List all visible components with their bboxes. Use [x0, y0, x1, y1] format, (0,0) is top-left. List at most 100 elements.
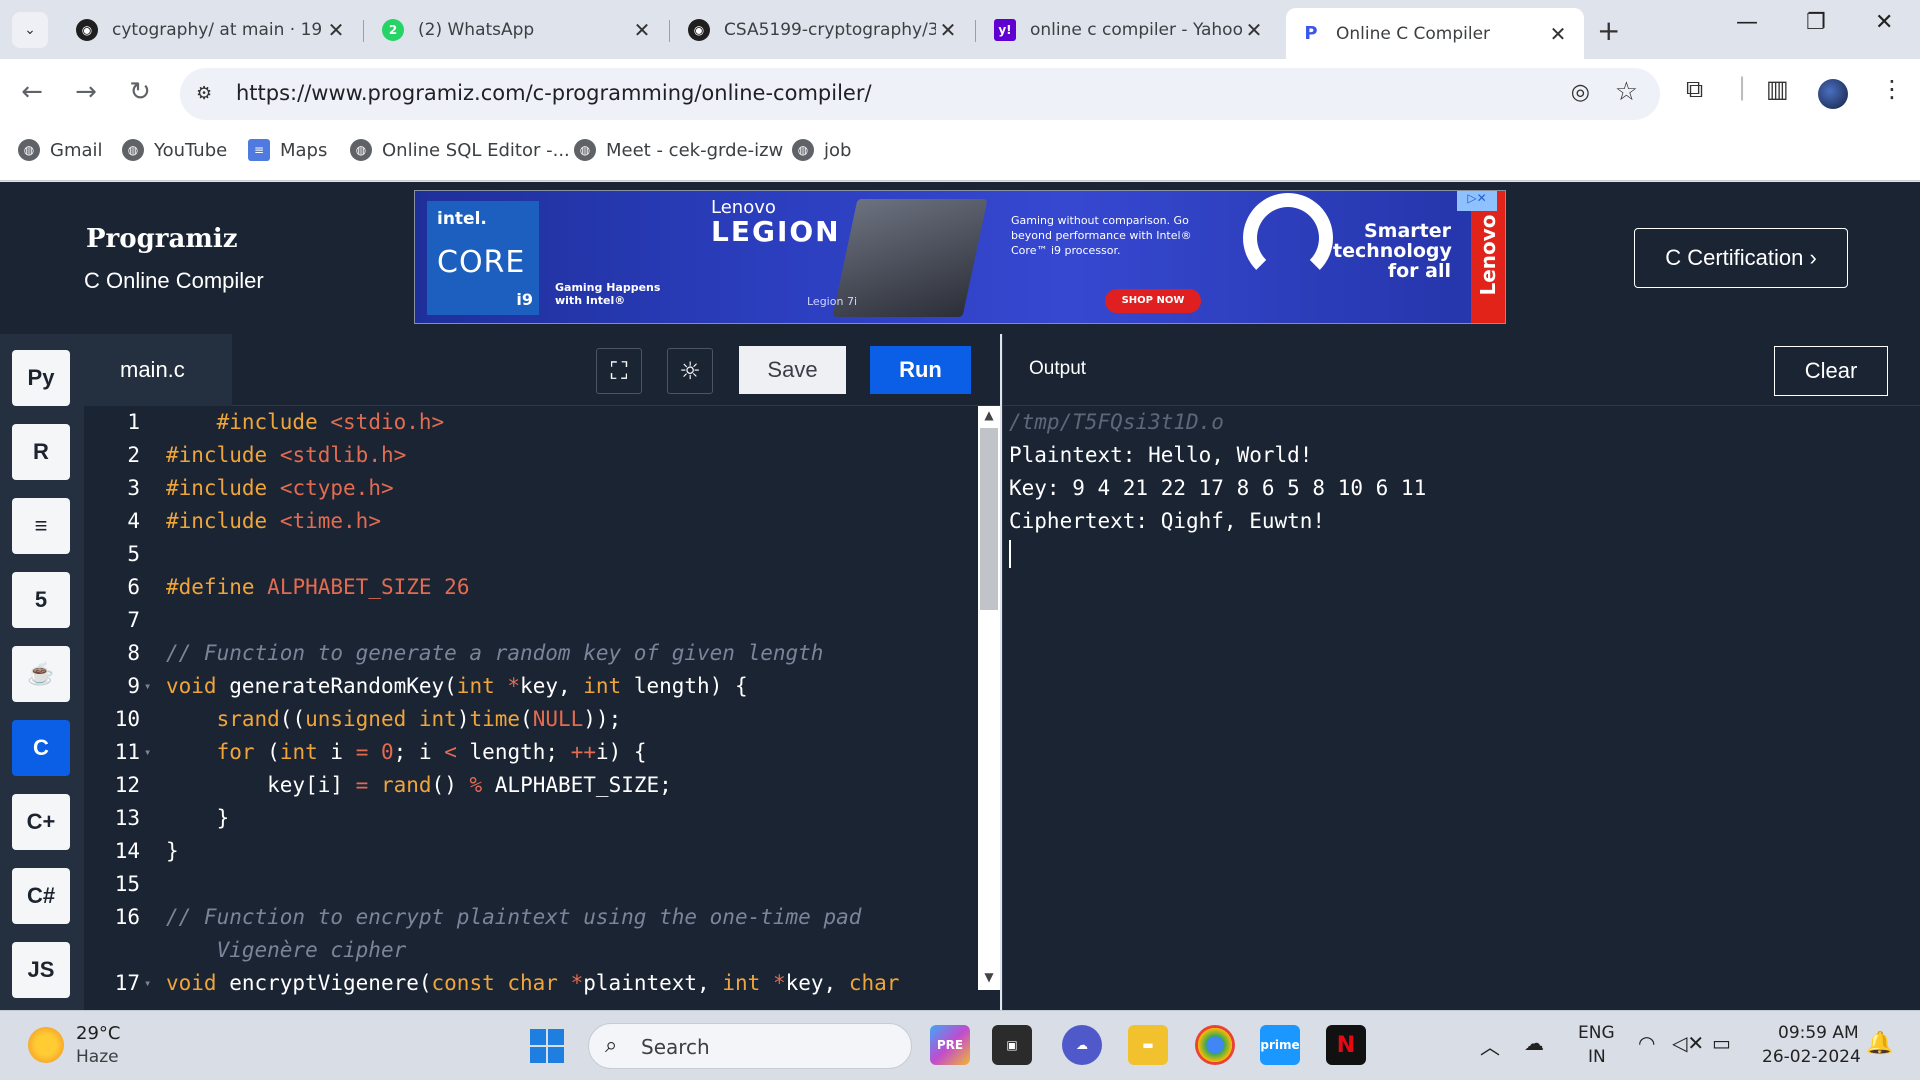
- code-line[interactable]: 13 }: [84, 802, 984, 835]
- close-tab-icon[interactable]: ✕: [630, 18, 654, 42]
- c-icon[interactable]: C: [12, 720, 70, 776]
- onedrive-cloud-icon[interactable]: ☁: [1524, 1031, 1544, 1055]
- fold-arrow-icon[interactable]: ▾: [144, 736, 151, 769]
- close-tab-icon[interactable]: ✕: [324, 18, 348, 42]
- programiz-logo[interactable]: Programiz: [86, 224, 237, 254]
- weather-condition[interactable]: Haze: [76, 1047, 119, 1067]
- minimize-icon[interactable]: —: [1736, 10, 1758, 35]
- browser-tab[interactable]: y! online c compiler - Yahoo ✕: [980, 10, 1280, 50]
- close-tab-icon[interactable]: ✕: [1546, 22, 1570, 46]
- task-view-icon[interactable]: ▣: [992, 1025, 1032, 1065]
- menu-kebab-icon[interactable]: ⋮: [1880, 75, 1904, 103]
- file-explorer-icon[interactable]: ▬: [1128, 1025, 1168, 1065]
- tab-search-icon[interactable]: ⌄: [12, 12, 48, 48]
- file-tab-main-c[interactable]: main.c: [84, 334, 232, 406]
- close-tab-icon[interactable]: ✕: [936, 18, 960, 42]
- address-bar[interactable]: ⚙ https://www.programiz.com/c-programmin…: [180, 68, 1660, 120]
- clock-time[interactable]: 09:59 AM: [1778, 1023, 1859, 1043]
- bookmark-meet[interactable]: ◍ Meet - cek-grde-izw: [574, 139, 783, 161]
- code-line[interactable]: 7: [84, 604, 984, 637]
- scroll-down-arrow-icon[interactable]: ▼: [980, 970, 998, 984]
- browser-tab[interactable]: 2 (2) WhatsApp ✕: [368, 10, 668, 50]
- code-line[interactable]: 5: [84, 538, 984, 571]
- python-icon[interactable]: Py: [12, 350, 70, 406]
- ad-shop-now-button[interactable]: SHOP NOW: [1105, 289, 1201, 313]
- taskbar-search[interactable]: ⌕ Search: [588, 1023, 912, 1069]
- restore-icon[interactable]: ❐: [1806, 10, 1826, 35]
- code-line[interactable]: 15: [84, 868, 984, 901]
- code-line[interactable]: 16 // Function to encrypt plaintext using…: [84, 901, 984, 934]
- code-line[interactable]: 3 #include <ctype.h>: [84, 472, 984, 505]
- input-region[interactable]: IN: [1588, 1047, 1606, 1067]
- tracking-protection-icon[interactable]: ◎: [1571, 80, 1590, 105]
- code-line[interactable]: 2 #include <stdlib.h>: [84, 439, 984, 472]
- clock-date[interactable]: 26-02-2024: [1762, 1047, 1861, 1067]
- new-tab-icon[interactable]: +: [1597, 14, 1620, 47]
- weather-temperature[interactable]: 29°C: [76, 1023, 120, 1044]
- code-line[interactable]: Vigenère cipher: [84, 934, 984, 967]
- code-line[interactable]: 1 #include <stdio.h>: [84, 406, 984, 439]
- chrome-icon[interactable]: [1195, 1025, 1235, 1065]
- browser-tab[interactable]: ◉ cytography/ at main · 19 ✕: [62, 10, 362, 50]
- side-panel-icon[interactable]: ▥: [1766, 75, 1789, 103]
- java-icon[interactable]: ☕: [12, 646, 70, 702]
- volume-muted-icon[interactable]: ◁✕: [1672, 1031, 1704, 1055]
- bookmark-maps[interactable]: ≡ Maps: [248, 139, 327, 161]
- battery-icon[interactable]: ▭: [1712, 1031, 1731, 1055]
- browser-tab[interactable]: ◉ CSA5199-cryptography/3 ✕: [674, 10, 974, 50]
- run-button[interactable]: Run: [870, 346, 971, 394]
- fold-arrow-icon[interactable]: ▾: [144, 967, 151, 1000]
- bookmark-gmail[interactable]: ◍ Gmail: [18, 139, 103, 161]
- code-line[interactable]: 4 #include <time.h>: [84, 505, 984, 538]
- prime-video-icon[interactable]: prime: [1260, 1025, 1300, 1065]
- profile-avatar[interactable]: [1818, 79, 1848, 109]
- bookmark-star-icon[interactable]: ☆: [1615, 77, 1638, 107]
- scroll-up-arrow-icon[interactable]: ▲: [980, 408, 998, 422]
- bookmark-online-sql-editor[interactable]: ◍ Online SQL Editor -...: [350, 139, 570, 161]
- code-editor[interactable]: 1 #include <stdio.h> 2 #include <stdlib.h>…: [84, 406, 1000, 1010]
- javascript-icon[interactable]: JS: [12, 942, 70, 998]
- html5-icon[interactable]: 5: [12, 572, 70, 628]
- weather-haze-icon[interactable]: [28, 1027, 64, 1063]
- clear-button[interactable]: Clear: [1774, 346, 1888, 396]
- code-line[interactable]: 6 #define ALPHABET_SIZE 26: [84, 571, 984, 604]
- save-button[interactable]: Save: [739, 346, 846, 394]
- bookmark-youtube[interactable]: ◍ YouTube: [122, 139, 227, 161]
- fullscreen-icon[interactable]: ⛶: [596, 348, 642, 394]
- input-language[interactable]: ENG: [1578, 1023, 1615, 1043]
- netflix-icon[interactable]: N: [1326, 1025, 1366, 1065]
- bookmark-job[interactable]: ◍ job: [792, 139, 851, 161]
- copilot-icon[interactable]: PRE: [930, 1025, 970, 1065]
- windows-start-icon[interactable]: [530, 1029, 564, 1063]
- output-console[interactable]: /tmp/T5FQsi3t1D.o Plaintext: Hello, Worl…: [1002, 406, 1920, 1010]
- code-line[interactable]: 10 srand((unsigned int)time(NULL));: [84, 703, 984, 736]
- advertisement-banner[interactable]: intel. CORE i9 Lenovo LEGION Gaming Happ…: [414, 190, 1506, 324]
- c-certification-button[interactable]: C Certification ›: [1634, 228, 1848, 288]
- code-line[interactable]: 17 ▾ void encryptVigenere(const char *plai…: [84, 967, 984, 1000]
- close-tab-icon[interactable]: ✕: [1242, 18, 1266, 42]
- teams-chat-icon[interactable]: ☁: [1062, 1025, 1102, 1065]
- theme-toggle-sun-icon[interactable]: ☼: [667, 348, 713, 394]
- code-line[interactable]: 11 ▾ for (int i = 0; i < length; ++i) {: [84, 736, 984, 769]
- extensions-icon[interactable]: ⧉: [1686, 75, 1703, 103]
- code-line[interactable]: 12 key[i] = rand() % ALPHABET_SIZE;: [84, 769, 984, 802]
- notification-bell-icon[interactable]: 🔔: [1866, 1031, 1893, 1056]
- code-line[interactable]: 9 ▾ void generateRandomKey(int *key, int l…: [84, 670, 984, 703]
- csharp-icon[interactable]: C#: [12, 868, 70, 924]
- code-line[interactable]: 14}: [84, 835, 984, 868]
- show-hidden-icons-chevron-icon[interactable]: ︿: [1480, 1031, 1500, 1060]
- editor-scrollbar-thumb[interactable]: [980, 428, 998, 610]
- code-line[interactable]: 8 // Function to generate a random key of…: [84, 637, 984, 670]
- close-window-icon[interactable]: ✕: [1875, 10, 1893, 35]
- url-text[interactable]: https://www.programiz.com/c-programming/…: [236, 81, 872, 105]
- site-info-icon[interactable]: ⚙: [196, 83, 212, 104]
- back-icon[interactable]: ←: [16, 77, 48, 107]
- cpp-icon[interactable]: C+: [12, 794, 70, 850]
- fold-arrow-icon[interactable]: ▾: [144, 670, 151, 703]
- forward-icon[interactable]: →: [70, 77, 102, 107]
- adchoices-icon[interactable]: ▷✕: [1457, 191, 1497, 211]
- r-icon[interactable]: R: [12, 424, 70, 480]
- reload-icon[interactable]: ↻: [124, 77, 156, 107]
- sql-icon[interactable]: ≡: [12, 498, 70, 554]
- wifi-icon[interactable]: ◠: [1638, 1031, 1655, 1055]
